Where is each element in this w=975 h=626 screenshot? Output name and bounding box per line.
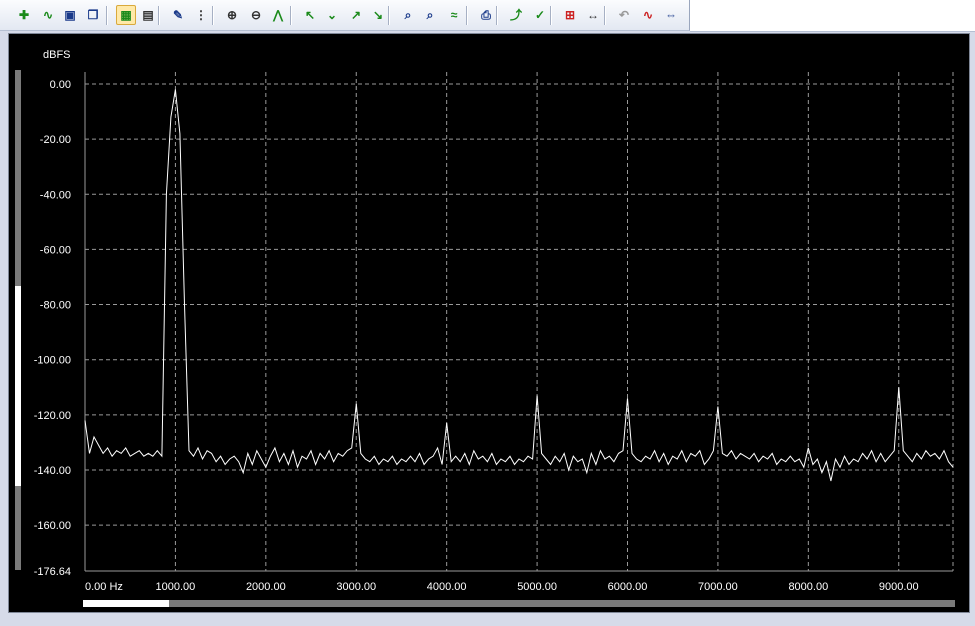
expand-icon[interactable]: ↔	[583, 5, 603, 25]
toolbar-separator	[158, 6, 160, 25]
toolbar-separator	[466, 6, 468, 25]
vertical-scrollbar-thumb[interactable]	[15, 286, 21, 486]
spectrum-trace	[84, 89, 954, 482]
tick-labels: 0.00 -20.00 -40.00 -60.00 -80.00 -100.00 -120.…	[34, 79, 919, 593]
edit-chart-icon[interactable]: ✎	[168, 5, 188, 25]
x-tick-label: 1000.00	[156, 581, 196, 593]
cursor-up-icon[interactable]: ⤴	[506, 5, 526, 25]
toolbar-empty-area	[690, 0, 975, 32]
x-tick-label: 4000.00	[427, 581, 467, 593]
toolbar-separator	[496, 6, 498, 25]
add-trace-icon[interactable]: ✚	[14, 5, 34, 25]
x-tick-label: 3000.00	[336, 581, 376, 593]
toolbar-separator	[106, 6, 108, 25]
toolbar-separator	[290, 6, 292, 25]
red-wave-icon[interactable]: ∿	[638, 5, 658, 25]
print-icon[interactable]: ⎙	[476, 5, 496, 25]
y-tick-label: -160.00	[34, 520, 71, 532]
x-tick-label: 5000.00	[517, 581, 557, 593]
toolbar: ✚ ∿ ▣ ❐ ▦ ▤ ✎ ⋮ ⊕ ⊖ ⋀ ↖ ⌄ ↗ ↘ ⌕ ⌕ ≈ ⎙ ⤴ ✓ ⊞ ↔ ↶ ∿ ⇔	[0, 0, 690, 31]
marker-icon[interactable]: ⊞	[560, 5, 580, 25]
zoom-x-icon[interactable]: ⌕	[398, 5, 418, 25]
toolbar-separator	[604, 6, 606, 25]
toolbar-separator	[388, 6, 390, 25]
x-tick-label: 8000.00	[788, 581, 828, 593]
autoscale-icon[interactable]: ⋀	[268, 5, 288, 25]
x-tick-label: 0.00 Hz	[85, 581, 123, 593]
peak-next-icon[interactable]: ↘	[368, 5, 388, 25]
y-tick-label: -176.64	[34, 566, 71, 578]
horizontal-scrollbar[interactable]	[83, 600, 955, 607]
y-tick-label: -20.00	[40, 134, 71, 146]
spectrum-chart: dBFS 0.00 -20.00 -40.00 -60.00 -80.00 -100.00…	[15, 49, 955, 607]
peak-right-icon[interactable]: ↗	[346, 5, 366, 25]
y-tick-label: -40.00	[40, 189, 71, 201]
wave-trace-icon[interactable]: ∿	[38, 5, 58, 25]
y-tick-label: -120.00	[34, 410, 71, 422]
x-tick-label: 2000.00	[246, 581, 286, 593]
toolbar-separator	[550, 6, 552, 25]
x-tick-label: 9000.00	[879, 581, 919, 593]
grid	[84, 72, 954, 572]
cursor-check-icon[interactable]: ✓	[530, 5, 550, 25]
zoom-y-icon[interactable]: ⌕	[420, 5, 440, 25]
save-icon[interactable]: ▣	[60, 5, 80, 25]
graph-view-icon[interactable]: ▦	[116, 5, 136, 25]
status-strip	[0, 614, 975, 626]
y-tick-label: -60.00	[40, 244, 71, 256]
data-table-icon[interactable]: ⋮	[191, 5, 211, 25]
x-tick-label: 6000.00	[608, 581, 648, 593]
copy-icon[interactable]: ❐	[83, 5, 103, 25]
peak-down-icon[interactable]: ⌄	[322, 5, 342, 25]
horizontal-scrollbar-thumb[interactable]	[83, 600, 169, 607]
y-tick-label: -80.00	[40, 300, 71, 312]
y-tick-label: 0.00	[50, 79, 71, 91]
grid-settings-icon[interactable]: ▤	[138, 5, 158, 25]
pin-icon[interactable]: ⇔	[661, 5, 681, 25]
undo-icon[interactable]: ↶	[614, 5, 634, 25]
peak-left-icon[interactable]: ↖	[300, 5, 320, 25]
zoom-in-icon[interactable]: ⊕	[222, 5, 242, 25]
toolbar-separator	[212, 6, 214, 25]
y-axis-label: dBFS	[43, 49, 71, 61]
y-tick-label: -140.00	[34, 465, 71, 477]
fit-icon[interactable]: ≈	[444, 5, 464, 25]
y-tick-label: -100.00	[34, 355, 71, 367]
x-tick-label: 7000.00	[698, 581, 738, 593]
zoom-out-icon[interactable]: ⊖	[246, 5, 266, 25]
plot-area: dBFS 0.00 -20.00 -40.00 -60.00 -80.00 -100.00…	[8, 33, 970, 613]
